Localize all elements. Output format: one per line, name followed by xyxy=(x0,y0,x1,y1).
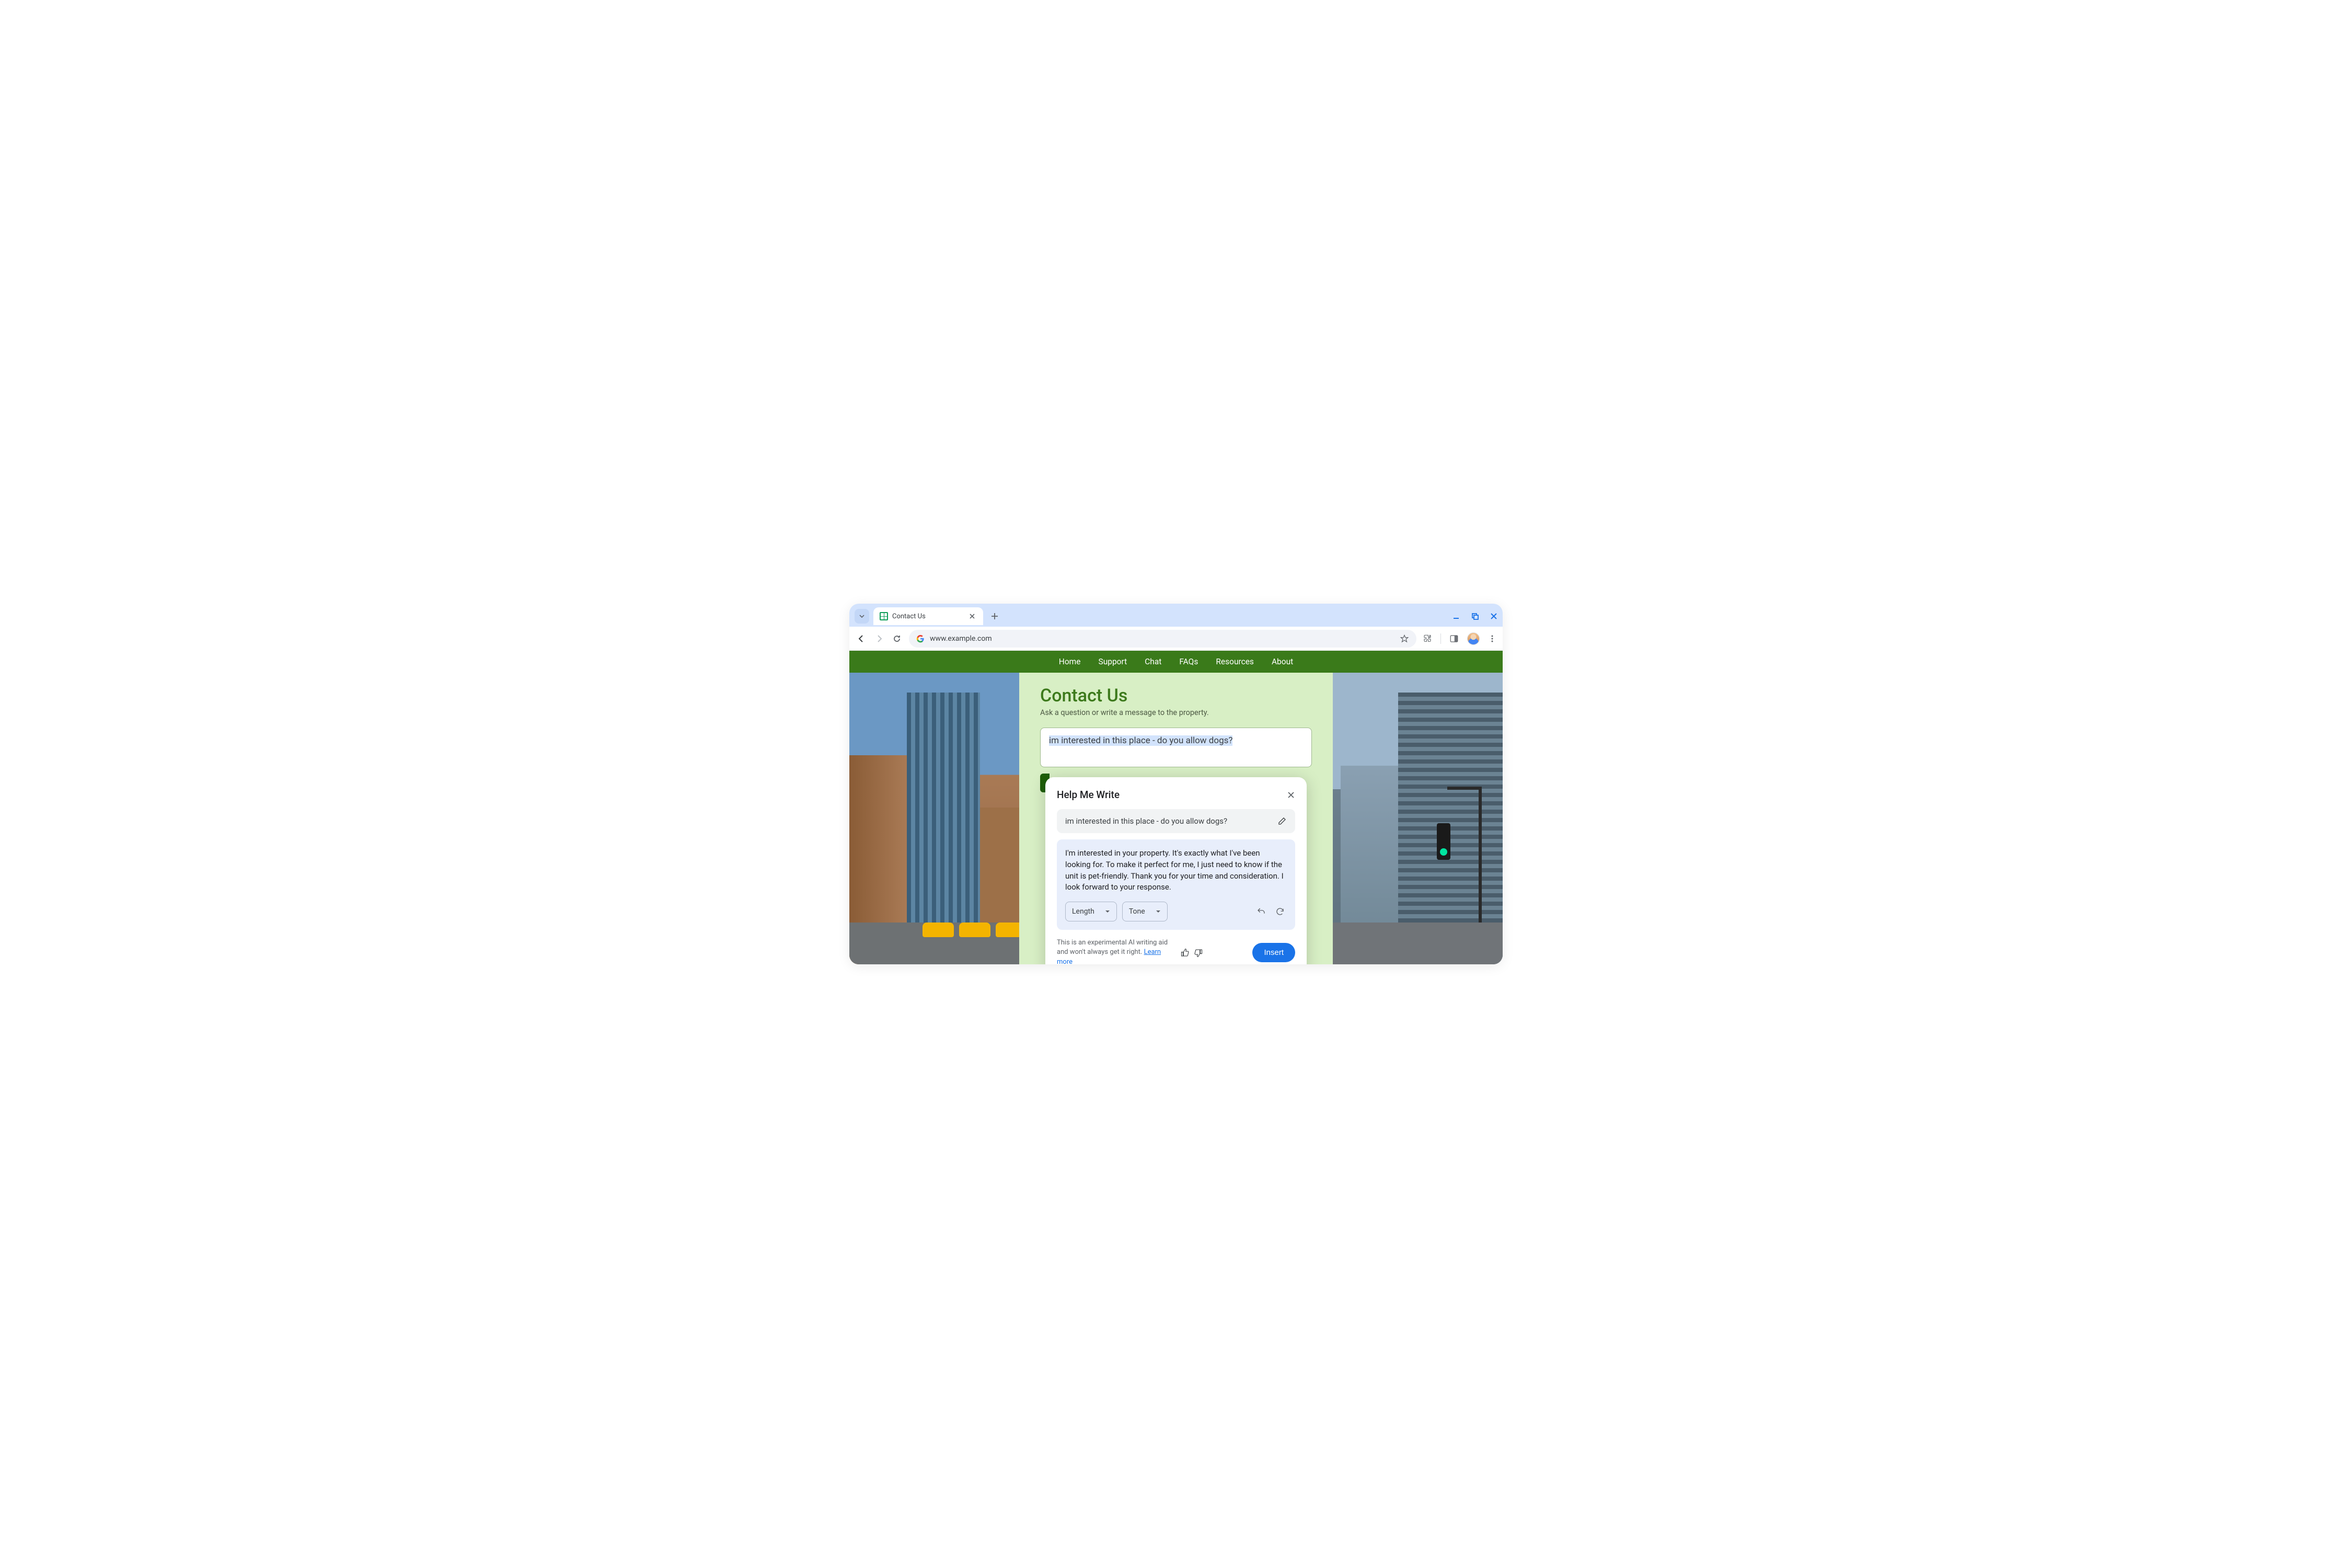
plus-icon xyxy=(990,612,999,620)
insert-button[interactable]: Insert xyxy=(1252,943,1295,962)
thumbs-down-icon xyxy=(1193,948,1203,958)
regenerate-button[interactable] xyxy=(1273,905,1287,918)
undo-icon xyxy=(1256,907,1266,916)
maximize-icon xyxy=(1471,613,1479,620)
help-me-write-panel: Help Me Write im interested in this plac… xyxy=(1045,777,1307,964)
reload-icon xyxy=(892,634,902,643)
hmw-disclaimer: This is an experimental AI writing aid a… xyxy=(1057,938,1174,964)
thumbs-down-button[interactable] xyxy=(1193,948,1203,958)
nav-support[interactable]: Support xyxy=(1099,657,1127,666)
bookmark-button[interactable] xyxy=(1400,634,1409,643)
undo-button[interactable] xyxy=(1254,905,1268,918)
hmw-title: Help Me Write xyxy=(1057,789,1120,801)
new-tab-button[interactable] xyxy=(987,609,1002,624)
nav-resources[interactable]: Resources xyxy=(1216,657,1254,666)
maximize-button[interactable] xyxy=(1471,613,1479,620)
panel-icon xyxy=(1449,634,1459,643)
browser-toolbar: www.example.com xyxy=(849,627,1503,651)
thumbs-up-icon xyxy=(1181,948,1190,958)
tab-search-button[interactable] xyxy=(855,609,869,624)
tab-title: Contact Us xyxy=(892,613,926,620)
address-bar[interactable]: www.example.com xyxy=(909,630,1416,648)
nav-about[interactable]: About xyxy=(1272,657,1293,666)
tab-close-button[interactable] xyxy=(967,612,977,621)
page-title: Contact Us xyxy=(1040,685,1312,706)
feedback-thumbs xyxy=(1181,948,1203,958)
nav-chat[interactable]: Chat xyxy=(1145,657,1161,666)
window-controls xyxy=(1452,613,1497,620)
divider xyxy=(1440,633,1441,644)
chevron-down-icon xyxy=(859,613,865,619)
minimize-button[interactable] xyxy=(1452,613,1460,620)
length-label: Length xyxy=(1072,906,1094,917)
message-textarea[interactable]: im interested in this place - do you all… xyxy=(1040,728,1312,767)
thumbs-up-button[interactable] xyxy=(1181,948,1190,958)
message-text: im interested in this place - do you all… xyxy=(1049,735,1232,746)
url-text: www.example.com xyxy=(930,635,1394,643)
close-window-button[interactable] xyxy=(1490,613,1497,620)
page-content: Home Support Chat FAQs Resources About C… xyxy=(849,651,1503,964)
reload-button[interactable] xyxy=(891,633,903,644)
kebab-icon xyxy=(1488,635,1496,643)
tab-strip: Contact Us xyxy=(849,604,1503,627)
hero: Contact Us Ask a question or write a mes… xyxy=(849,673,1503,964)
caret-down-icon xyxy=(1105,909,1110,914)
hmw-output: I'm interested in your property. It's ex… xyxy=(1057,839,1295,930)
close-icon xyxy=(1490,613,1497,620)
google-icon xyxy=(916,635,925,643)
caret-down-icon xyxy=(1156,909,1161,914)
arrow-left-icon xyxy=(857,634,866,643)
tone-label: Tone xyxy=(1129,906,1145,917)
refresh-icon xyxy=(1275,907,1285,916)
hmw-prompt-text: im interested in this place - do you all… xyxy=(1065,816,1227,826)
site-nav: Home Support Chat FAQs Resources About xyxy=(849,651,1503,673)
star-icon xyxy=(1400,634,1409,643)
forward-button[interactable] xyxy=(873,633,885,644)
hmw-output-text: I'm interested in your property. It's ex… xyxy=(1065,848,1287,893)
nav-faqs[interactable]: FAQs xyxy=(1179,657,1198,666)
back-button[interactable] xyxy=(856,633,867,644)
favicon-icon xyxy=(880,612,888,620)
length-dropdown[interactable]: Length xyxy=(1065,902,1117,921)
toolbar-actions xyxy=(1423,632,1496,645)
arrow-right-icon xyxy=(874,634,884,643)
browser-window: Contact Us www.example.com xyxy=(849,604,1503,964)
tone-dropdown[interactable]: Tone xyxy=(1122,902,1168,921)
puzzle-icon xyxy=(1423,634,1432,643)
nav-home[interactable]: Home xyxy=(1059,657,1081,666)
browser-tab[interactable]: Contact Us xyxy=(873,607,983,625)
minimize-icon xyxy=(1452,613,1460,620)
extensions-button[interactable] xyxy=(1423,634,1432,643)
page-subtitle: Ask a question or write a message to the… xyxy=(1040,708,1312,717)
menu-button[interactable] xyxy=(1488,635,1496,643)
close-icon xyxy=(1287,791,1295,799)
hmw-edit-button[interactable] xyxy=(1277,816,1287,826)
hmw-close-button[interactable] xyxy=(1287,791,1295,799)
profile-avatar[interactable] xyxy=(1467,632,1480,645)
close-icon xyxy=(969,613,975,619)
pencil-icon xyxy=(1277,816,1287,826)
side-panel-button[interactable] xyxy=(1449,634,1459,643)
hmw-prompt-row: im interested in this place - do you all… xyxy=(1057,809,1295,833)
